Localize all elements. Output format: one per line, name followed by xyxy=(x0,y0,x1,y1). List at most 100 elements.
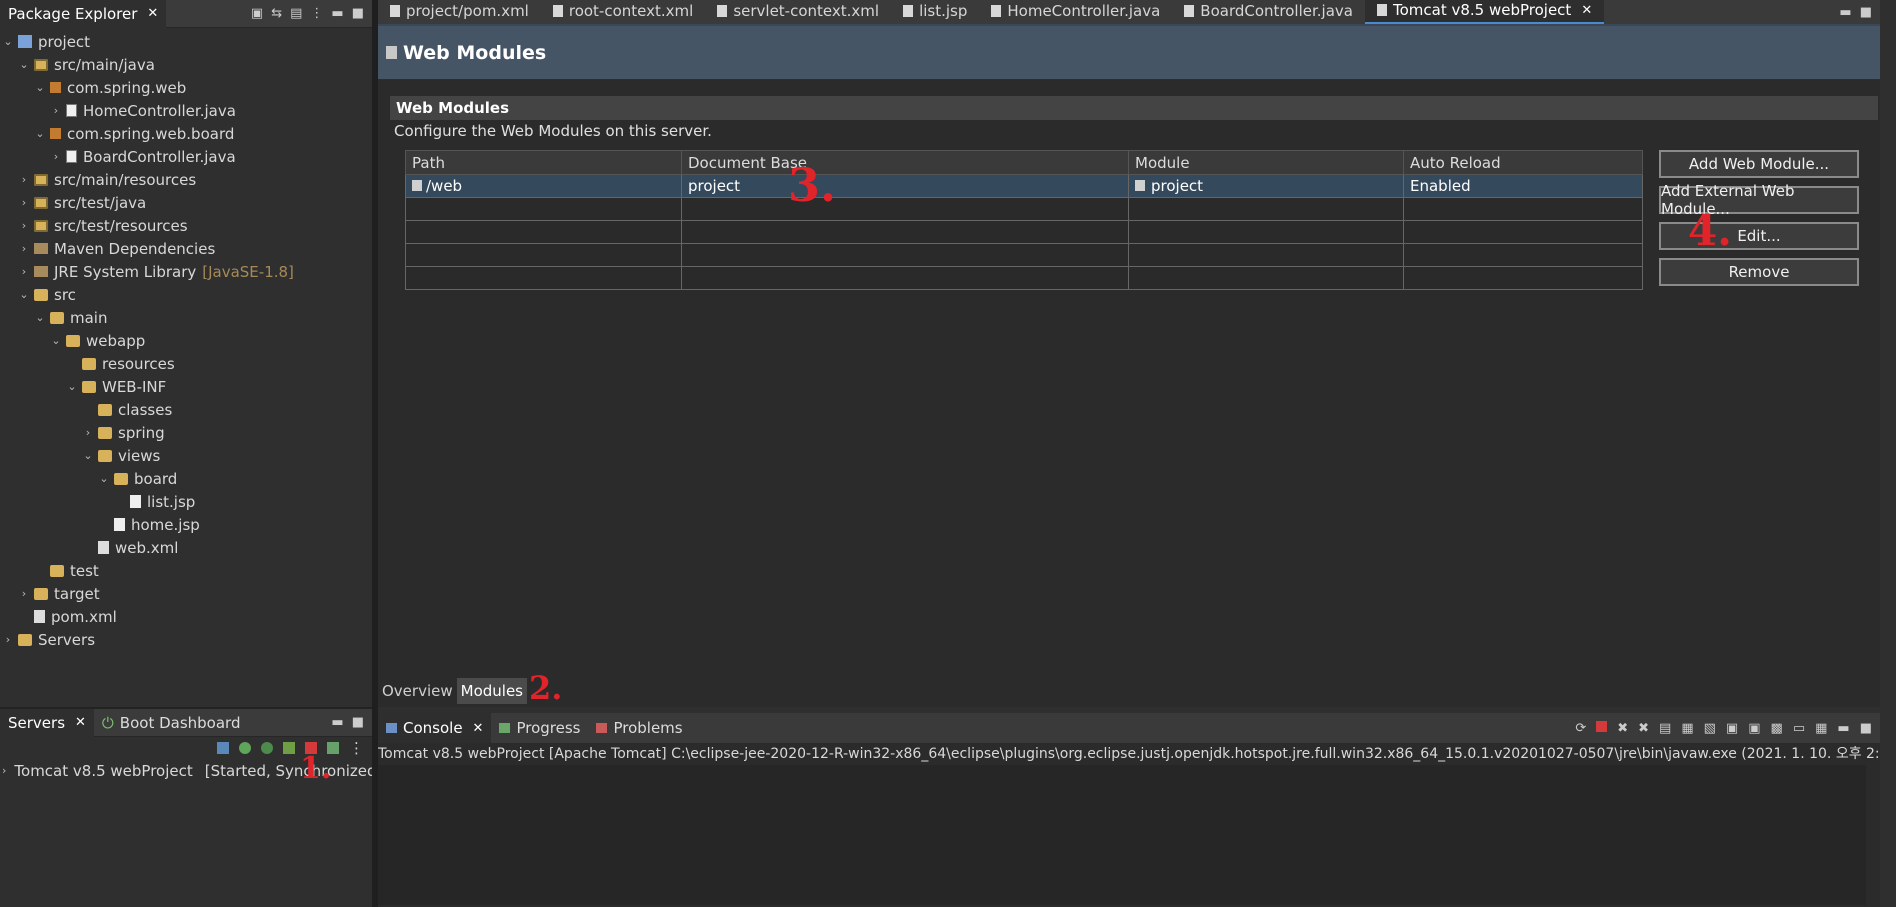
filter-icon[interactable]: ▤ xyxy=(290,6,302,21)
chevron-right-icon[interactable]: › xyxy=(0,633,16,646)
tree-item[interactable]: pom.xml xyxy=(0,605,372,628)
remove-button[interactable]: Remove xyxy=(1659,258,1859,286)
tree-item[interactable]: ⌄ board xyxy=(0,467,372,490)
tree-item[interactable]: › Servers xyxy=(0,628,372,651)
clear-console-icon[interactable]: ▤ xyxy=(1659,721,1671,736)
chevron-right-icon[interactable]: › xyxy=(16,173,32,186)
scroll-lock-icon[interactable]: ▦ xyxy=(1681,721,1693,736)
chevron-down-icon[interactable]: ⌄ xyxy=(64,380,80,393)
chevron-right-icon[interactable]: › xyxy=(16,196,32,209)
chevron-down-icon[interactable]: ⌄ xyxy=(32,311,48,324)
column-auto-reload[interactable]: Auto Reload xyxy=(1403,150,1643,175)
maximize-icon[interactable]: ■ xyxy=(1860,5,1872,20)
console-scrollbar[interactable] xyxy=(1866,765,1880,905)
chevron-right-icon[interactable]: › xyxy=(48,104,64,117)
close-icon[interactable]: ✕ xyxy=(75,715,86,730)
tab-progress[interactable]: Progress xyxy=(491,713,588,743)
show-on-error-icon[interactable]: ▣ xyxy=(1748,721,1760,736)
column-document-base[interactable]: Document Base xyxy=(681,150,1129,175)
tree-item[interactable]: web.xml xyxy=(0,536,372,559)
view-menu-icon[interactable]: ⋮ xyxy=(349,739,364,757)
tree-item[interactable]: list.jsp xyxy=(0,490,372,513)
chevron-right-icon[interactable]: › xyxy=(16,265,32,278)
maximize-icon[interactable]: ■ xyxy=(352,6,364,21)
tab-console[interactable]: Console ✕ xyxy=(378,713,492,743)
tab-problems[interactable]: Problems xyxy=(588,713,690,743)
minimize-icon[interactable]: ▬ xyxy=(1837,721,1849,736)
tree-item[interactable]: test xyxy=(0,559,372,582)
tree-item[interactable]: ⌄ webapp xyxy=(0,329,372,352)
close-icon[interactable]: ✕ xyxy=(147,6,158,21)
tab-servers[interactable]: Servers ✕ xyxy=(0,708,94,737)
chevron-right-icon[interactable]: › xyxy=(16,219,32,232)
tab-overview[interactable]: Overview xyxy=(378,678,457,704)
tree-item[interactable]: › Maven Dependencies xyxy=(0,237,372,260)
column-path[interactable]: Path xyxy=(405,150,682,175)
tree-item[interactable]: ⌄ main xyxy=(0,306,372,329)
open-console-icon[interactable]: ▦ xyxy=(1815,721,1827,736)
close-icon[interactable]: ✕ xyxy=(473,721,484,736)
chevron-down-icon[interactable]: ⌄ xyxy=(16,58,32,71)
editor-tab[interactable]: BoardController.java xyxy=(1172,0,1365,24)
tree-item[interactable]: ⌄ views xyxy=(0,444,372,467)
chevron-down-icon[interactable]: ⌄ xyxy=(96,472,112,485)
chevron-right-icon[interactable]: › xyxy=(2,764,6,777)
tree-item[interactable]: ⌄ project xyxy=(0,30,372,53)
refresh-icon[interactable]: ⟳ xyxy=(1575,721,1586,736)
editor-tab[interactable]: HomeController.java xyxy=(979,0,1172,24)
tree-item[interactable]: › JRE System Library [JavaSE-1.8] xyxy=(0,260,372,283)
tab-boot-dashboard[interactable]: ⏻ Boot Dashboard xyxy=(94,709,249,737)
editor-tab[interactable]: Tomcat v8.5 webProject ✕ xyxy=(1364,0,1605,24)
tab-package-explorer[interactable]: Package Explorer ✕ xyxy=(0,0,167,28)
remove-launch-icon[interactable]: ✖ xyxy=(1617,721,1628,736)
chevron-down-icon[interactable]: ⌄ xyxy=(80,449,96,462)
maximize-icon[interactable]: ■ xyxy=(352,715,364,730)
minimize-icon[interactable]: ▬ xyxy=(331,715,343,730)
word-wrap-icon[interactable]: ▧ xyxy=(1704,721,1716,736)
cell-auto-reload[interactable]: Enabled xyxy=(1403,174,1643,198)
cell-path[interactable]: /web xyxy=(405,174,682,198)
tree-item[interactable]: ⌄ src xyxy=(0,283,372,306)
tree-item[interactable]: › src/test/resources xyxy=(0,214,372,237)
chevron-down-icon[interactable]: ⌄ xyxy=(48,334,64,347)
start-server-icon[interactable] xyxy=(239,742,251,754)
pin-console-icon[interactable]: ▩ xyxy=(1771,721,1783,736)
tree-item[interactable]: › spring xyxy=(0,421,372,444)
link-editor-icon[interactable]: ⇆ xyxy=(271,6,282,21)
remove-all-icon[interactable]: ✖ xyxy=(1638,721,1649,736)
chevron-right-icon[interactable]: › xyxy=(48,150,64,163)
view-menu-icon[interactable]: ⋮ xyxy=(310,6,323,21)
cell-module[interactable]: project xyxy=(1128,174,1404,198)
tree-item[interactable]: resources xyxy=(0,352,372,375)
tree-item[interactable]: ⌄ com.spring.web.board xyxy=(0,122,372,145)
tree-item[interactable]: › target xyxy=(0,582,372,605)
add-web-module-button[interactable]: Add Web Module... xyxy=(1659,150,1859,178)
chevron-down-icon[interactable]: ⌄ xyxy=(0,35,16,48)
profile-server-icon[interactable] xyxy=(261,742,273,754)
minimize-icon[interactable]: ▬ xyxy=(1839,5,1851,20)
tree-item[interactable]: › HomeController.java xyxy=(0,99,372,122)
chevron-down-icon[interactable]: ⌄ xyxy=(32,81,48,94)
table-row[interactable]: /web project project Enabled xyxy=(405,174,1643,198)
collapse-all-icon[interactable]: ▣ xyxy=(251,6,263,21)
tree-item[interactable]: › src/main/resources xyxy=(0,168,372,191)
display-console-icon[interactable]: ▭ xyxy=(1793,721,1805,736)
chevron-right-icon[interactable]: › xyxy=(16,242,32,255)
chevron-right-icon[interactable]: › xyxy=(80,426,96,439)
debug-server-icon[interactable] xyxy=(217,742,229,754)
editor-tab[interactable]: servlet-context.xml xyxy=(705,0,891,24)
maximize-icon[interactable]: ■ xyxy=(1860,721,1872,736)
cell-document-base[interactable]: project xyxy=(681,174,1129,198)
column-module[interactable]: Module xyxy=(1128,150,1404,175)
console-output[interactable] xyxy=(378,765,1866,905)
minimize-icon[interactable]: ▬ xyxy=(331,6,343,21)
editor-tab[interactable]: list.jsp xyxy=(891,0,979,24)
editor-tab[interactable]: project/pom.xml xyxy=(378,0,541,24)
tree-item[interactable]: ⌄ com.spring.web xyxy=(0,76,372,99)
tab-modules[interactable]: Modules xyxy=(456,678,527,704)
restart-server-icon[interactable] xyxy=(283,742,295,754)
chevron-down-icon[interactable]: ⌄ xyxy=(16,288,32,301)
tree-item[interactable]: › BoardController.java xyxy=(0,145,372,168)
tree-item[interactable]: ⌄ src/main/java xyxy=(0,53,372,76)
chevron-down-icon[interactable]: ⌄ xyxy=(32,127,48,140)
